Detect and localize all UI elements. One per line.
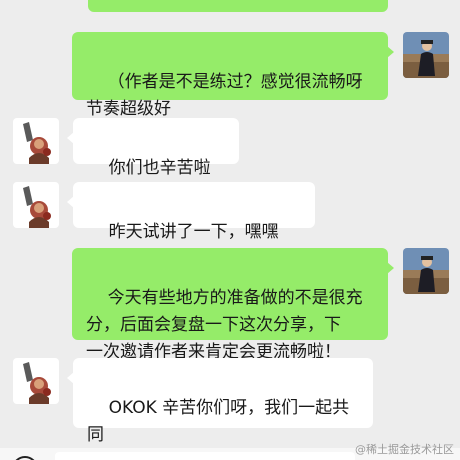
chat-screen: （作者是不是练过？感觉很流畅呀 节奏超级好 你们也辛苦啦 昨天试讲了一下，嘿嘿 … — [0, 0, 460, 460]
message-text-1: （作者是不是练过？感觉很流畅呀 节奏超级好 — [86, 72, 363, 119]
contact-avatar[interactable] — [13, 358, 59, 404]
contact-avatar[interactable] — [13, 182, 59, 228]
watermark: @稀土掘金技术社区 — [355, 443, 454, 456]
message-bubble-5[interactable]: OKOK 辛苦你们呀，我们一起共同 成长 — [67, 358, 373, 460]
message-bubble-1[interactable]: （作者是不是练过？感觉很流畅呀 节奏超级好 — [72, 32, 394, 119]
user-avatar[interactable] — [403, 32, 449, 78]
message-text-4: 今天有些地方的准备做的不是很充 分，后面会复盘一下这次分享，下 一次邀请作者来肯… — [86, 288, 363, 362]
message-bubble-3[interactable]: 昨天试讲了一下，嘿嘿 — [67, 182, 315, 265]
message-bubble-2[interactable]: 你们也辛苦啦 — [67, 118, 239, 203]
contact-avatar[interactable] — [13, 118, 59, 164]
message-input[interactable] — [55, 452, 355, 460]
previous-message-bubble[interactable] — [88, 0, 388, 12]
message-text-2: 你们也辛苦啦 — [108, 158, 211, 178]
user-avatar[interactable] — [403, 248, 449, 294]
voice-toggle-icon[interactable] — [12, 456, 38, 460]
message-bubble-4[interactable]: 今天有些地方的准备做的不是很充 分，后面会复盘一下这次分享，下 一次邀请作者来肯… — [72, 248, 394, 362]
message-text-3: 昨天试讲了一下，嘿嘿 — [108, 222, 279, 242]
